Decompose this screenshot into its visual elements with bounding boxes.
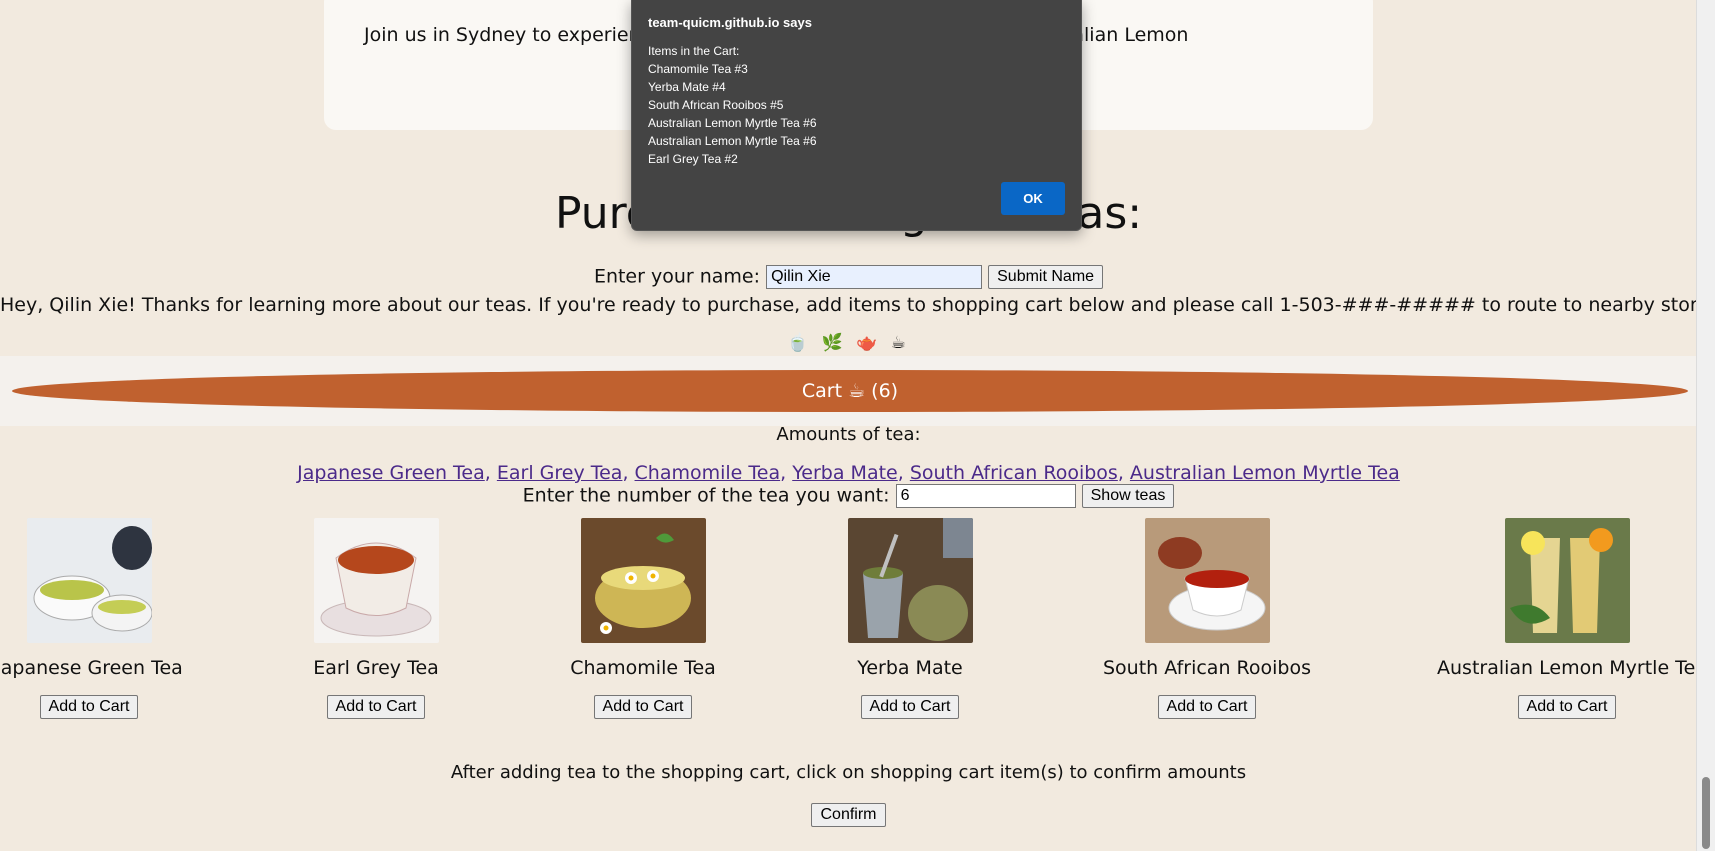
link-japanese-green-tea[interactable]: Japanese Green Tea <box>297 462 485 484</box>
coffee-cup-icon: ☕ <box>890 333 910 353</box>
add-to-cart-button[interactable]: Add to Cart <box>1157 695 1257 719</box>
dialog-title: team-quicm.github.io says <box>648 15 812 30</box>
link-earl-grey-tea[interactable]: Earl Grey Tea <box>497 462 623 484</box>
submit-name-button[interactable]: Submit Name <box>988 265 1104 289</box>
show-teas-button[interactable]: Show teas <box>1081 484 1175 508</box>
link-chamomile-tea[interactable]: Chamomile Tea <box>635 462 781 484</box>
tea-count-input[interactable] <box>895 484 1076 508</box>
teapot-icon: 🫖 <box>856 333 882 353</box>
dialog-ok-button[interactable]: OK <box>1001 182 1065 215</box>
tea-icons: 🍵 🌿 🫖 ☕ <box>0 333 1697 353</box>
dialog-line: Yerba Mate #4 <box>648 80 726 94</box>
tea-links: Japanese Green Tea, Earl Grey Tea, Chamo… <box>297 462 1400 484</box>
page-scrollbar[interactable] <box>1696 0 1715 851</box>
add-to-cart-button[interactable]: Add to Cart <box>593 695 693 719</box>
dialog-line: Chamomile Tea #3 <box>648 62 748 76</box>
tea-name: Yerba Mate <box>857 657 963 679</box>
tea-card: Yerba Mate Add to Cart <box>780 518 1040 719</box>
tea-card: Japanese Green Tea Add to Cart <box>0 518 219 719</box>
dialog-line: Australian Lemon Myrtle Tea #6 <box>648 134 817 148</box>
tea-card: South African Rooibos Add to Cart <box>1077 518 1337 719</box>
tea-name: Earl Grey Tea <box>313 657 439 679</box>
dialog-message: Items in the Cart: Chamomile Tea #3 Yerb… <box>648 42 817 168</box>
dialog-line: South African Rooibos #5 <box>648 98 784 112</box>
dialog-line: Earl Grey Tea #2 <box>648 152 738 166</box>
page: Join us in Sydney to experience the tast… <box>0 0 1715 851</box>
earl-grey-tea-image <box>313 518 439 643</box>
name-form: Enter your name: Submit Name <box>0 265 1697 289</box>
japanese-green-tea-image <box>26 518 152 643</box>
dialog-line: Australian Lemon Myrtle Tea #6 <box>648 116 817 130</box>
tea-card: Earl Grey Tea Add to Cart <box>246 518 506 719</box>
amounts-label: Amounts of tea: <box>776 424 921 445</box>
confirm-button[interactable]: Confirm <box>811 803 886 827</box>
yerba-mate-image <box>847 518 973 643</box>
link-yerba-mate[interactable]: Yerba Mate <box>792 462 898 484</box>
dialog-line: Items in the Cart: <box>648 44 740 58</box>
tea-count-label: Enter the number of the tea you want: <box>522 484 890 507</box>
link-australian-lemon-myrtle-tea[interactable]: Australian Lemon Myrtle Tea <box>1130 462 1400 484</box>
australian-lemon-myrtle-tea-image <box>1504 518 1630 643</box>
scrollbar-thumb[interactable] <box>1702 777 1710 849</box>
tea-name: Australian Lemon Myrtle Tea <box>1437 657 1707 679</box>
tea-name: Japanese Green Tea <box>0 657 183 679</box>
cart-button[interactable]: Cart ☕ (6) <box>12 370 1688 412</box>
greeting-text: Hey, Qilin Xie! Thanks for learning more… <box>0 294 1715 316</box>
tea-card: Chamomile Tea Add to Cart <box>513 518 773 719</box>
instructions-text: After adding tea to the shopping cart, c… <box>450 762 1247 783</box>
link-south-african-rooibos[interactable]: South African Rooibos <box>910 462 1118 484</box>
tea-card: Australian Lemon Myrtle Tea Add to Cart <box>1437 518 1707 719</box>
tea-cup-icon: 🍵 <box>787 333 813 353</box>
add-to-cart-button[interactable]: Add to Cart <box>860 695 960 719</box>
add-to-cart-button[interactable]: Add to Cart <box>326 695 426 719</box>
name-label: Enter your name: <box>593 265 761 288</box>
south-african-rooibos-image <box>1144 518 1270 643</box>
alert-dialog: team-quicm.github.io says Items in the C… <box>631 0 1082 231</box>
confirm-row: Confirm <box>0 803 1697 827</box>
tea-name: Chamomile Tea <box>570 657 716 679</box>
add-to-cart-button[interactable]: Add to Cart <box>1517 695 1617 719</box>
add-to-cart-button[interactable]: Add to Cart <box>39 695 139 719</box>
tea-count-form: Enter the number of the tea you want: Sh… <box>0 484 1697 508</box>
chamomile-tea-image <box>580 518 706 643</box>
tea-name: South African Rooibos <box>1103 657 1311 679</box>
name-input[interactable] <box>766 265 983 289</box>
herb-icon: 🌿 <box>821 333 847 353</box>
